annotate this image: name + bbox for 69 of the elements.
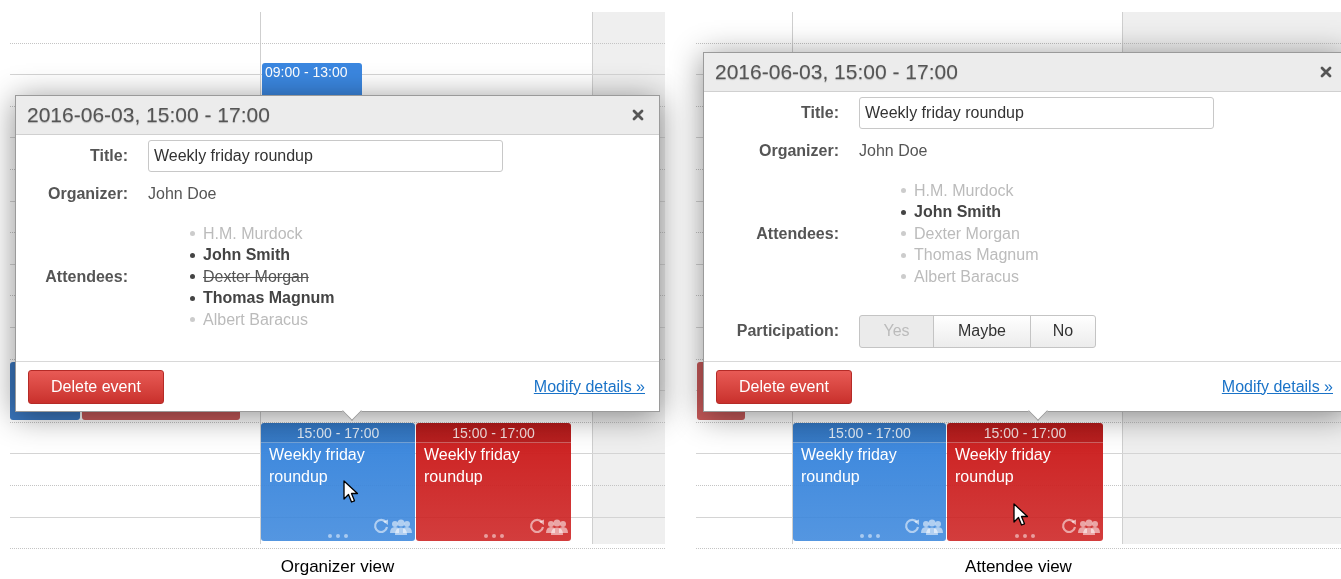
- dots-icon: [483, 534, 504, 538]
- view-caption: Attendee view: [964, 555, 1073, 578]
- modify-details-link[interactable]: Modify details »: [1221, 374, 1333, 399]
- event-title: Weekly friday roundup: [800, 445, 898, 487]
- bullet-icon: [901, 231, 906, 237]
- attendee-name: John Smith: [203, 245, 291, 266]
- event-time: 15:00 - 17:00: [261, 423, 415, 443]
- close-icon[interactable]: [632, 109, 644, 121]
- attendee-name: Thomas Magnum: [914, 245, 1039, 266]
- event-block[interactable]: 15:00 - 17:00 Weekly friday roundup: [416, 423, 571, 541]
- participation-option[interactable]: Maybe: [933, 314, 1031, 348]
- participation-option[interactable]: No: [1030, 314, 1096, 348]
- dots-icon: [859, 534, 880, 538]
- bullet-icon: [190, 295, 195, 301]
- organizer-name: John Doe: [148, 184, 217, 204]
- event-time: 15:00 - 17:00: [947, 423, 1103, 443]
- bullet-icon: [901, 274, 906, 280]
- attendee-name: Dexter Morgan: [203, 266, 309, 287]
- refresh-icon: [904, 518, 920, 534]
- attendee-name: John Smith: [914, 202, 1002, 223]
- pointer-cursor-icon: [1013, 503, 1029, 527]
- modify-details-link[interactable]: Modify details »: [533, 374, 645, 399]
- refresh-icon: [529, 518, 545, 534]
- delete-event-button[interactable]: Delete event: [28, 369, 164, 404]
- field-label: Title:: [89, 146, 129, 166]
- attendee-name: H.M. Murdock: [203, 223, 303, 244]
- bullet-icon: [901, 188, 906, 194]
- close-icon[interactable]: [1320, 66, 1332, 78]
- view-caption: Organizer view: [279, 555, 396, 578]
- dots-icon: [328, 534, 348, 538]
- field-label: Title:: [800, 103, 840, 123]
- bullet-icon: [190, 231, 195, 237]
- people-icon: [390, 519, 412, 535]
- bullet-icon: [190, 274, 195, 280]
- event-block[interactable]: 15:00 - 17:00 Weekly friday roundup: [947, 423, 1103, 541]
- attendee-name: Thomas Magnum: [203, 288, 335, 309]
- attendee-name: H.M. Murdock: [914, 180, 1014, 201]
- popup-heading: 2016-06-03, 15:00 - 17:00: [715, 59, 958, 86]
- delete-event-button[interactable]: Delete event: [716, 369, 852, 404]
- event-time: 15:00 - 17:00: [793, 423, 946, 443]
- event-title: Weekly friday roundup: [954, 445, 1052, 487]
- event-title: Weekly friday roundup: [423, 445, 521, 487]
- event-block[interactable]: 15:00 - 17:00 Weekly friday roundup: [793, 423, 946, 541]
- attendee-name: Dexter Morgan: [914, 223, 1020, 244]
- dots-icon: [1015, 534, 1035, 538]
- refresh-icon: [373, 518, 389, 534]
- title-input[interactable]: Weekly friday roundup: [859, 97, 1214, 129]
- people-icon: [546, 519, 568, 535]
- field-label: Organizer:: [47, 184, 129, 204]
- bullet-icon: [190, 317, 195, 323]
- bullet-icon: [901, 252, 906, 258]
- event-block[interactable]: 15:00 - 17:00 Weekly friday roundup: [261, 423, 415, 541]
- field-label: Attendees:: [755, 223, 840, 244]
- event-time: 15:00 - 17:00: [416, 423, 571, 443]
- bullet-icon: [190, 252, 195, 258]
- attendee-name: Albert Baracus: [914, 266, 1019, 287]
- field-label: Participation:: [735, 321, 840, 341]
- refresh-icon: [1061, 518, 1077, 534]
- attendee-name: Albert Baracus: [203, 309, 308, 330]
- bullet-icon: [901, 209, 906, 215]
- field-label: Organizer:: [758, 141, 840, 161]
- field-label: Attendees:: [44, 266, 129, 287]
- people-icon: [1078, 519, 1100, 535]
- pointer-cursor-icon: [343, 480, 359, 504]
- organizer-name: John Doe: [859, 141, 928, 161]
- event-title: Weekly friday roundup: [268, 445, 366, 487]
- popup-heading: 2016-06-03, 15:00 - 17:00: [27, 102, 270, 129]
- people-icon: [921, 519, 943, 535]
- title-input[interactable]: Weekly friday roundup: [148, 140, 503, 172]
